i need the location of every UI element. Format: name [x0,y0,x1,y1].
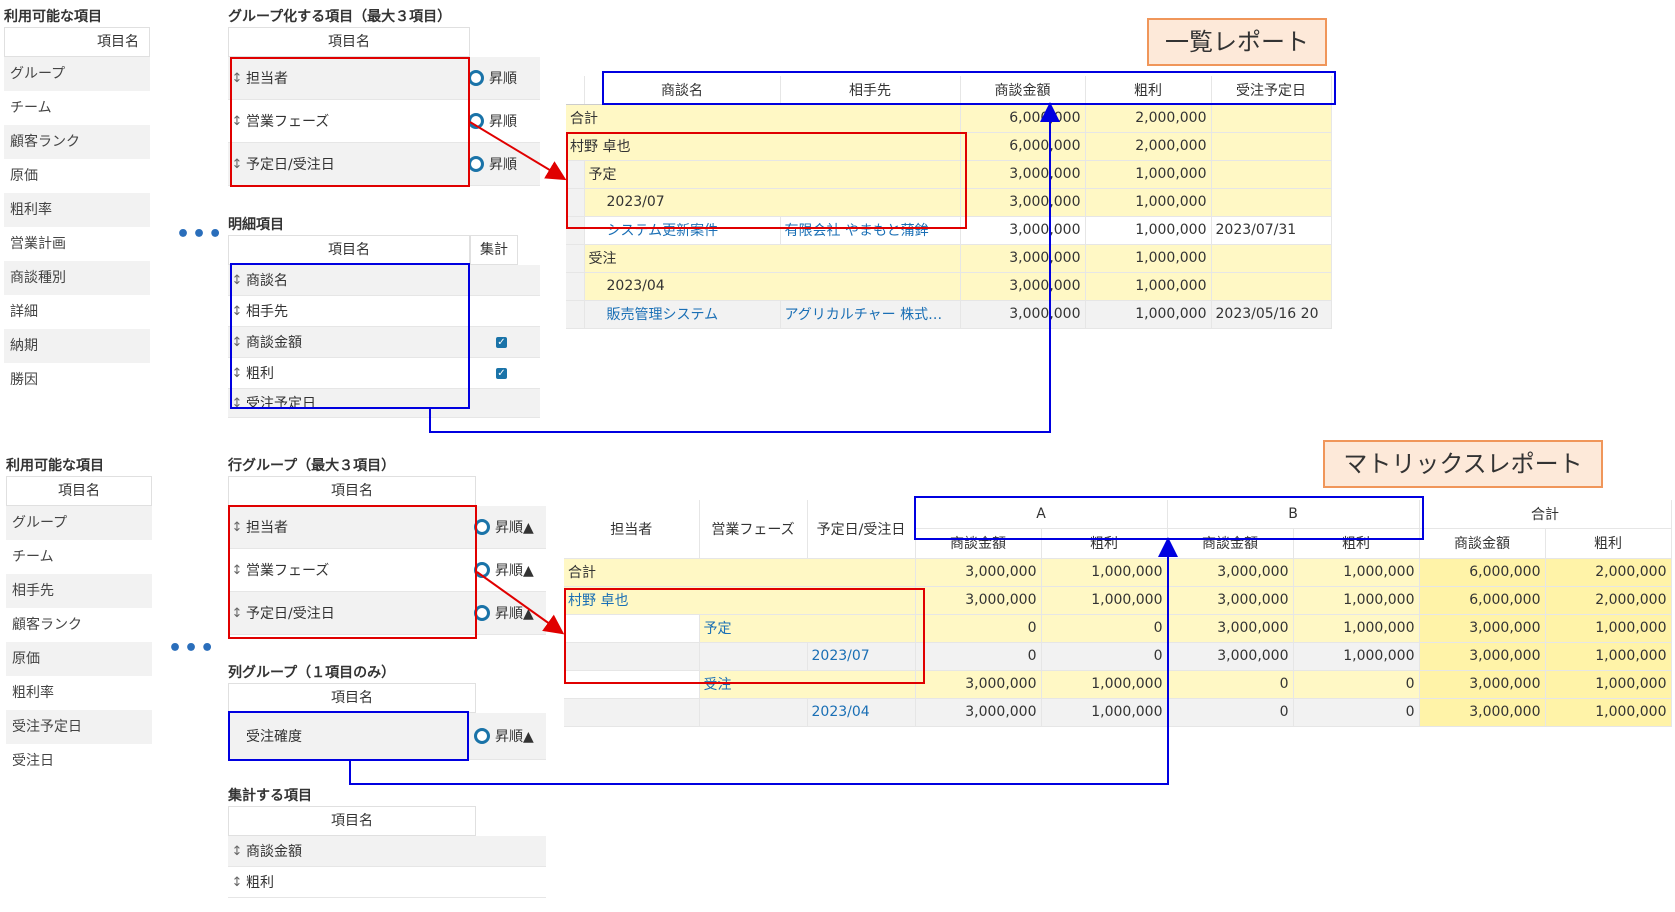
arrow-colgroup-to-matrix [349,537,1178,785]
connector-arrows [349,102,1178,785]
arrow-grouping-to-list [469,121,567,181]
arrow-rowgroup-to-matrix [476,571,565,635]
